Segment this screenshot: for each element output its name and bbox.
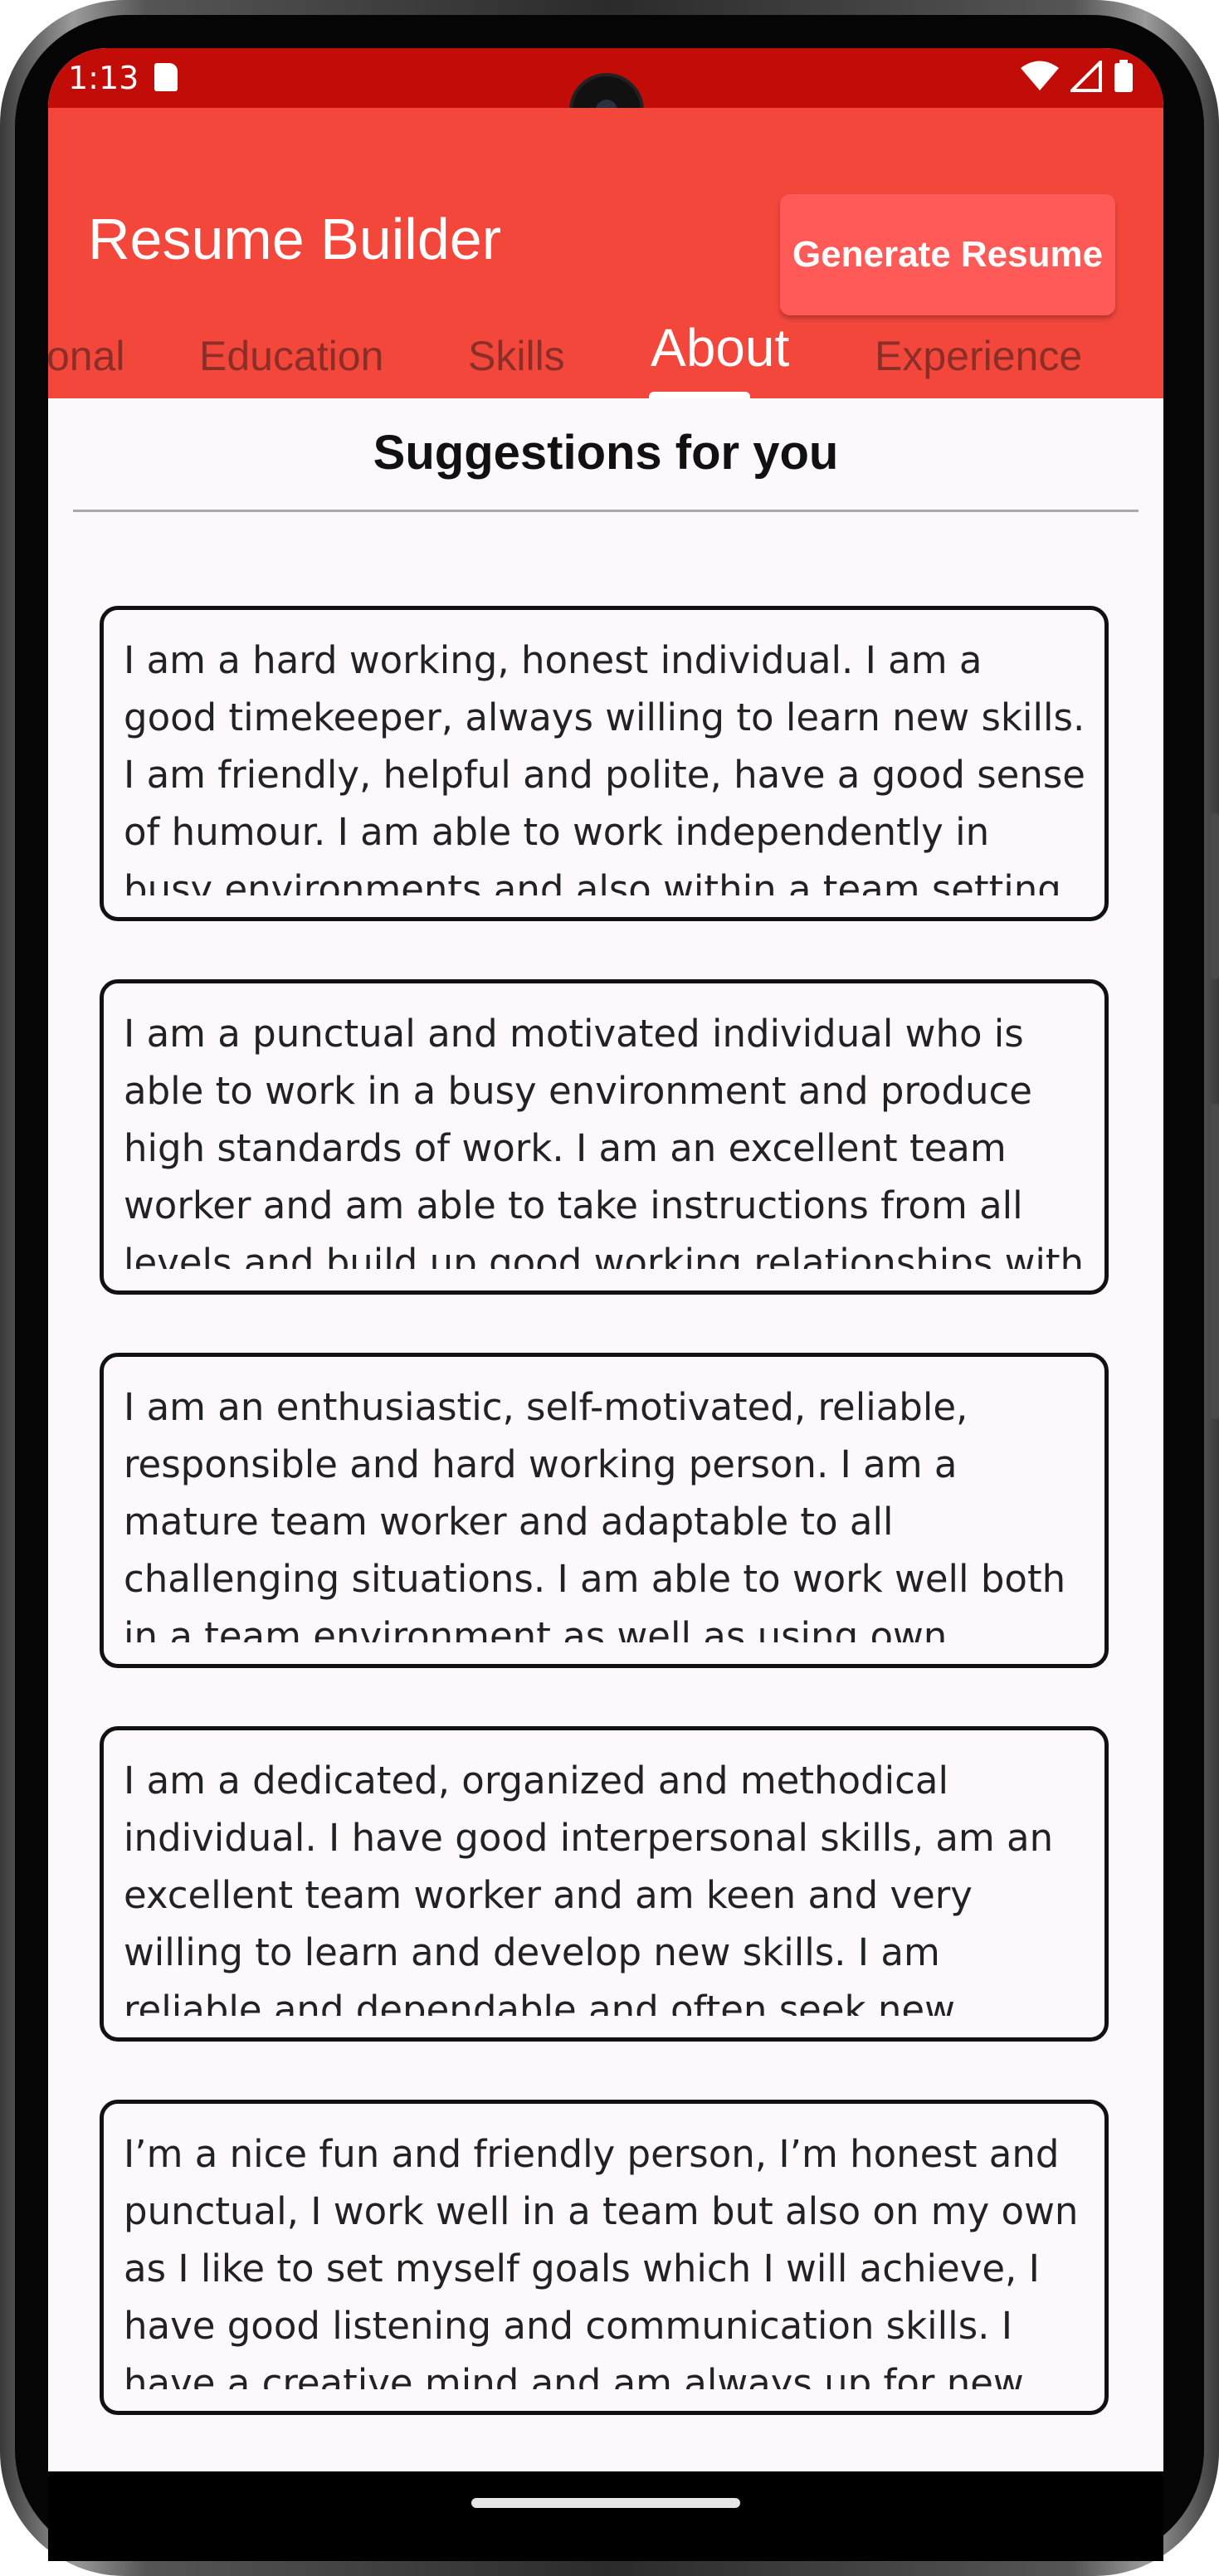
app-screen: 1:13 Resume Builder Generate Resume onal… [48,48,1163,2471]
sd-card-icon [154,63,178,91]
suggestion-text: I am a punctual and motivated individual… [124,1012,1085,1269]
suggestion-text: I am an enthusiastic, self-motivated, re… [124,1385,1066,1642]
active-tab-indicator [649,392,750,398]
gesture-nav-bar [48,2471,1163,2561]
suggestion-text: I am a hard working, honest individual. … [124,638,1085,895]
suggestion-card[interactable]: I am an enthusiastic, self-motivated, re… [100,1353,1109,1668]
signal-icon [1070,61,1102,92]
tab-bar: onal Education Skills About Experience [48,289,1163,398]
volume-button [1211,1104,1219,1419]
app-title: Resume Builder [88,207,501,271]
battery-icon [1114,60,1133,92]
tab-personal[interactable]: onal [48,332,125,380]
suggestion-text: I’m a nice fun and friendly person, I’m … [124,2132,1079,2389]
tab-experience[interactable]: Experience [875,332,1082,380]
home-handle[interactable] [471,2498,740,2508]
suggestion-card[interactable]: I am a punctual and motivated individual… [100,979,1109,1295]
suggestion-card[interactable]: I am a dedicated, organized and methodic… [100,1726,1109,2042]
tab-skills[interactable]: Skills [468,332,565,380]
tab-about[interactable]: About [651,317,789,378]
divider [73,510,1139,512]
suggestion-card[interactable]: I’m a nice fun and friendly person, I’m … [100,2100,1109,2415]
status-time: 1:13 [68,60,139,96]
section-title: Suggestions for you [373,426,839,480]
tab-education[interactable]: Education [199,332,383,380]
status-icons [1021,60,1134,93]
power-button [1211,813,1219,979]
suggestion-text: I am a dedicated, organized and methodic… [124,1759,1054,2016]
suggestion-card[interactable]: I am a hard working, honest individual. … [100,606,1109,921]
wifi-icon [1021,61,1059,90]
